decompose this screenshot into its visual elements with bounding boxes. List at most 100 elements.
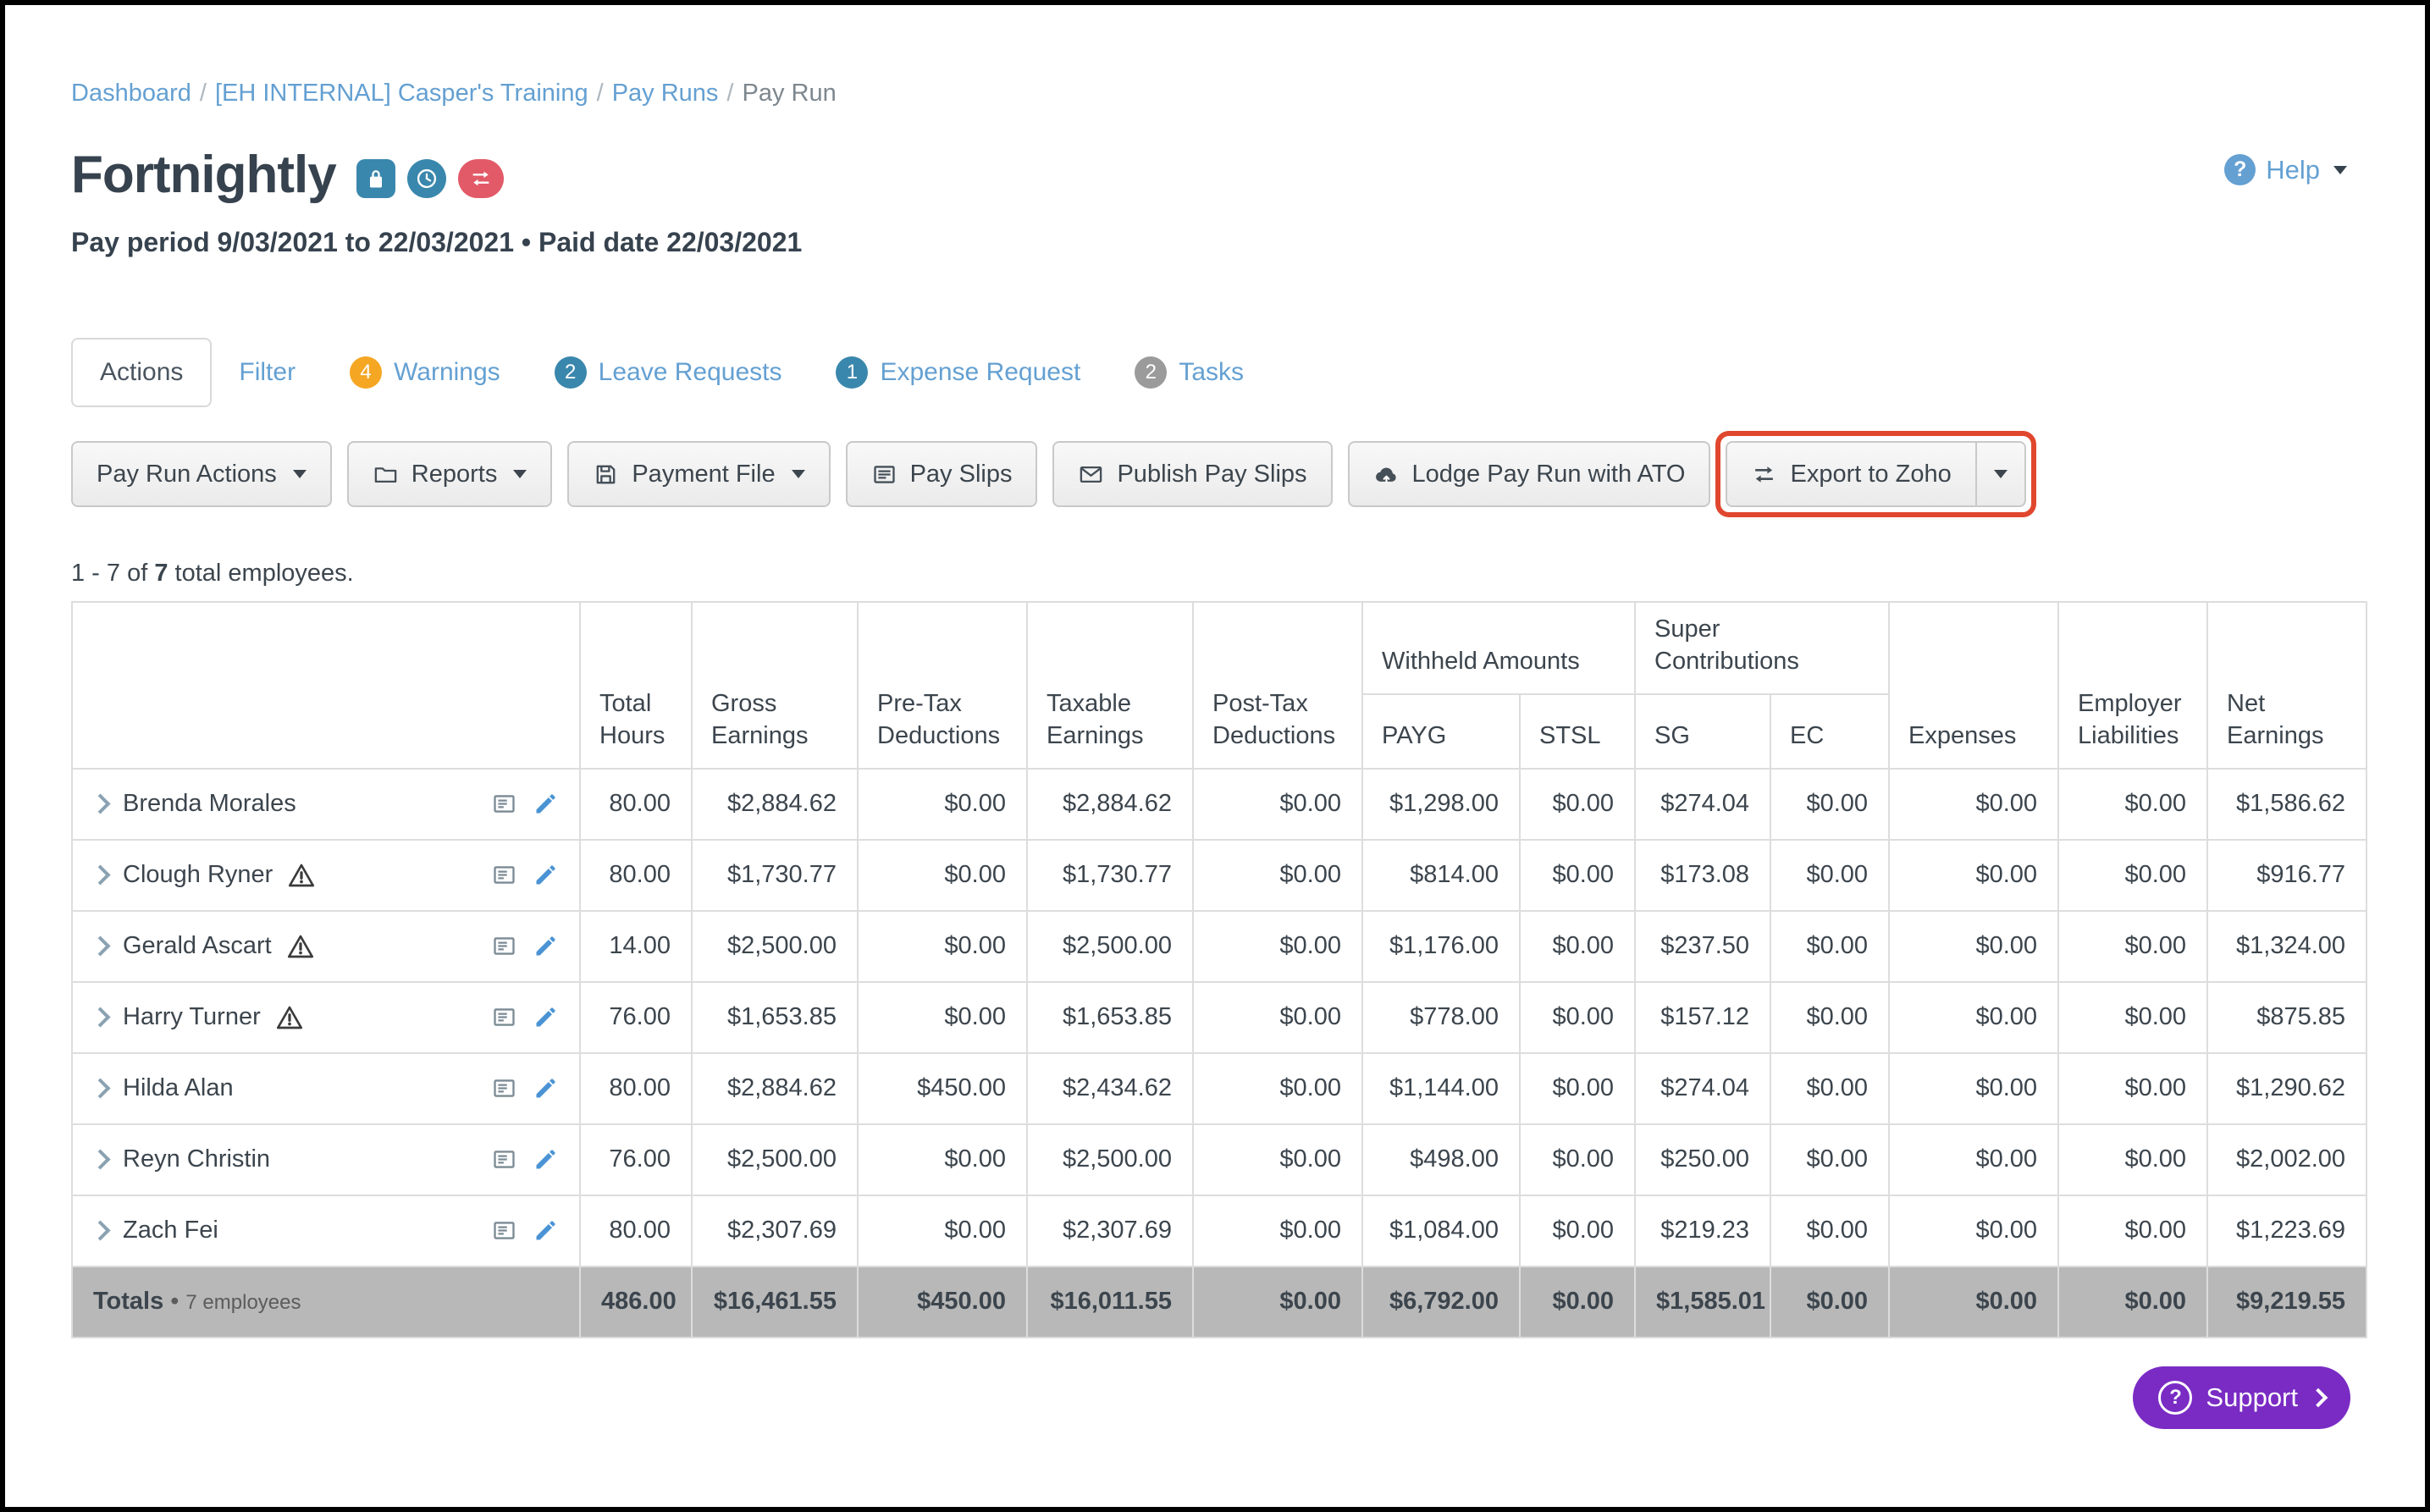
- file-icon: [593, 461, 619, 488]
- totals-label-cell: Totals•7 employees: [72, 1266, 580, 1338]
- publish-pay-slips-button[interactable]: Publish Pay Slips: [1052, 441, 1332, 507]
- expand-chevron-icon[interactable]: [90, 1150, 110, 1170]
- value-cell: $814.00: [1362, 840, 1520, 911]
- breadcrumb-item-dashboard[interactable]: Dashboard: [71, 80, 191, 107]
- edit-pencil-icon[interactable]: [533, 933, 559, 959]
- edit-pencil-icon[interactable]: [533, 1146, 559, 1173]
- reports-button-wrap: Reports: [347, 441, 553, 507]
- value-cell: $1,084.00: [1362, 1195, 1520, 1266]
- pay-slips-button[interactable]: Pay Slips: [846, 441, 1038, 507]
- employee-name[interactable]: Harry Turner: [123, 1003, 261, 1031]
- tab-label: Expense Request: [880, 358, 1080, 387]
- value-cell: $1,653.85: [692, 982, 858, 1053]
- edit-pencil-icon[interactable]: [533, 1217, 559, 1244]
- value-cell: $157.12: [1635, 982, 1770, 1053]
- employee-name[interactable]: Reyn Christin: [123, 1145, 270, 1173]
- value-cell: $0.00: [1889, 1053, 2058, 1124]
- tab-tasks[interactable]: 2Tasks: [1107, 338, 1271, 407]
- value-cell: $2,500.00: [692, 911, 858, 982]
- expand-chevron-icon[interactable]: [90, 1007, 110, 1028]
- totals-value-cell: $0.00: [1889, 1266, 2058, 1338]
- question-circle-icon: ?: [2158, 1381, 2192, 1415]
- breadcrumb-separator: /: [588, 80, 612, 107]
- pay-run-actions-button[interactable]: Pay Run Actions: [71, 441, 332, 507]
- tab-label: Leave Requests: [599, 358, 782, 387]
- payslip-notes-icon[interactable]: [491, 862, 517, 888]
- value-cell: $0.00: [2058, 1124, 2207, 1195]
- tab-warnings[interactable]: 4Warnings: [323, 338, 527, 407]
- employee-name[interactable]: Zach Fei: [123, 1217, 218, 1244]
- tab-expense-request[interactable]: 1Expense Request: [809, 338, 1107, 407]
- employee-cell: Clough Ryner: [72, 840, 580, 911]
- totals-value-cell: $0.00: [1193, 1266, 1362, 1338]
- value-cell: $2,500.00: [1027, 1124, 1193, 1195]
- value-cell: $219.23: [1635, 1195, 1770, 1266]
- employee-name[interactable]: Gerald Ascart: [123, 932, 272, 960]
- tab-count-badge: 4: [350, 356, 382, 389]
- value-cell: $0.00: [1193, 1124, 1362, 1195]
- value-cell: $1,730.77: [1027, 840, 1193, 911]
- col-employee: [72, 602, 580, 769]
- edit-pencil-icon[interactable]: [533, 791, 559, 817]
- breadcrumb-item-eh-internal-casper-s-training[interactable]: [EH INTERNAL] Casper's Training: [215, 80, 588, 107]
- tab-actions[interactable]: Actions: [71, 338, 212, 407]
- payslip-notes-icon[interactable]: [491, 791, 517, 817]
- help-menu[interactable]: ? Help: [2224, 154, 2347, 185]
- value-cell: $0.00: [1520, 769, 1635, 840]
- tab-leave-requests[interactable]: 2Leave Requests: [527, 338, 809, 407]
- export-to-zoho-button[interactable]: Export to Zoho: [1726, 441, 1976, 507]
- lodge-pay-run-with-ato-button[interactable]: Lodge Pay Run with ATO: [1348, 441, 1711, 507]
- employee-table-body: Brenda Morales80.00$2,884.62$0.00$2,884.…: [72, 769, 2366, 1266]
- value-cell: $0.00: [1770, 840, 1889, 911]
- value-cell: $0.00: [1770, 769, 1889, 840]
- payslip-notes-icon[interactable]: [491, 1004, 517, 1030]
- expand-chevron-icon[interactable]: [90, 865, 110, 886]
- value-cell: $2,307.69: [1027, 1195, 1193, 1266]
- reports-button[interactable]: Reports: [347, 441, 553, 507]
- payslip-notes-icon[interactable]: [491, 1146, 517, 1173]
- lodge-pay-run-with-ato-button-wrap: Lodge Pay Run with ATO: [1348, 441, 1711, 507]
- employee-name[interactable]: Hilda Alan: [123, 1074, 234, 1102]
- edit-pencil-icon[interactable]: [533, 1004, 559, 1030]
- export-to-zoho-dropdown-button[interactable]: [1977, 441, 2026, 507]
- edit-pencil-icon[interactable]: [533, 862, 559, 888]
- button-label: Export to Zoho: [1790, 461, 1951, 488]
- totals-value-cell: $0.00: [2058, 1266, 2207, 1338]
- employee-name[interactable]: Brenda Morales: [123, 790, 296, 818]
- expand-chevron-icon[interactable]: [90, 794, 110, 814]
- support-button[interactable]: ? Support: [2133, 1366, 2350, 1429]
- col-sg: SG: [1635, 694, 1770, 769]
- employee-cell: Reyn Christin: [72, 1124, 580, 1195]
- payslip-notes-icon[interactable]: [491, 933, 517, 959]
- chevron-down-icon: [792, 470, 805, 478]
- col-taxable-earnings: Taxable Earnings: [1027, 602, 1193, 769]
- value-cell: $2,500.00: [692, 1124, 858, 1195]
- payslip-notes-icon[interactable]: [491, 1217, 517, 1244]
- totals-value-cell: $0.00: [1770, 1266, 1889, 1338]
- button-label: Pay Slips: [910, 461, 1013, 488]
- toolbar: Pay Run Actions ReportsPayment File Pay Sl…: [71, 441, 2359, 507]
- envelope-icon: [1078, 461, 1104, 488]
- value-cell: $778.00: [1362, 982, 1520, 1053]
- payslip-notes-icon[interactable]: [491, 1075, 517, 1101]
- expand-chevron-icon[interactable]: [90, 1221, 110, 1241]
- value-cell: $1,730.77: [692, 840, 858, 911]
- breadcrumb-item-pay-runs[interactable]: Pay Runs: [612, 80, 719, 107]
- edit-pencil-icon[interactable]: [533, 1075, 559, 1101]
- value-cell: $2,307.69: [692, 1195, 858, 1266]
- employee-name[interactable]: Clough Ryner: [123, 861, 273, 889]
- value-cell: $0.00: [1193, 911, 1362, 982]
- expand-chevron-icon[interactable]: [90, 1079, 110, 1099]
- tab-filter[interactable]: Filter: [212, 339, 323, 406]
- value-cell: 14.00: [580, 911, 692, 982]
- button-label: Pay Run Actions: [97, 461, 277, 488]
- employee-cell: Brenda Morales: [72, 769, 580, 840]
- payment-file-button[interactable]: Payment File: [567, 441, 830, 507]
- breadcrumb-separator: /: [718, 80, 742, 107]
- expand-chevron-icon[interactable]: [90, 936, 110, 957]
- col-pre-tax-deductions: Pre-Tax Deductions: [858, 602, 1027, 769]
- value-cell: $450.00: [858, 1053, 1027, 1124]
- value-cell: 76.00: [580, 1124, 692, 1195]
- value-cell: $0.00: [1889, 911, 2058, 982]
- col-post-tax-deductions: Post-Tax Deductions: [1193, 602, 1362, 769]
